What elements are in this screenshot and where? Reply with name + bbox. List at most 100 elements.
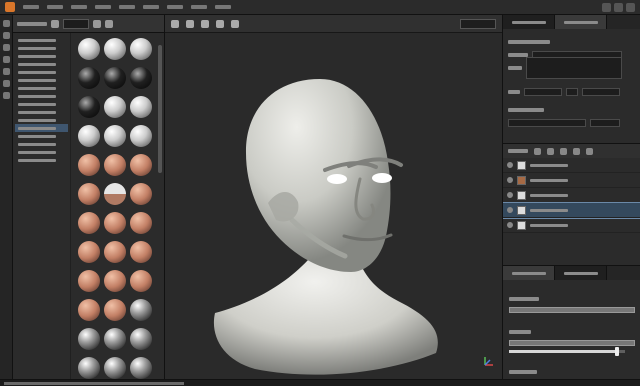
filter-icon[interactable] bbox=[51, 19, 59, 28]
category-item[interactable] bbox=[15, 140, 68, 148]
javascript-menu[interactable] bbox=[191, 5, 207, 9]
material-thumbnail[interactable] bbox=[104, 328, 126, 350]
eye-icon[interactable] bbox=[507, 192, 513, 198]
edit-menu[interactable] bbox=[47, 5, 63, 9]
material-thumbnail[interactable] bbox=[104, 357, 126, 379]
layout-icon[interactable] bbox=[171, 19, 179, 28]
view-mode-dropdown[interactable] bbox=[460, 18, 496, 29]
3d-viewport[interactable] bbox=[165, 15, 502, 379]
size-dropdown[interactable] bbox=[582, 88, 620, 96]
material-thumbnail[interactable] bbox=[104, 154, 126, 176]
head-model[interactable] bbox=[210, 75, 445, 375]
shelf-filter-field[interactable] bbox=[63, 18, 89, 29]
size-dropdown[interactable] bbox=[524, 88, 562, 96]
add-mask-icon[interactable] bbox=[573, 147, 580, 155]
python-menu[interactable] bbox=[167, 5, 183, 9]
polygon-fill-icon[interactable] bbox=[2, 56, 10, 63]
layer-row-selected[interactable] bbox=[503, 202, 640, 219]
material-thumbnail[interactable] bbox=[104, 67, 126, 89]
category-item[interactable] bbox=[15, 60, 68, 68]
category-item[interactable] bbox=[15, 68, 68, 76]
category-item[interactable] bbox=[15, 76, 68, 84]
symmetry-icon[interactable] bbox=[201, 19, 209, 28]
eye-icon[interactable] bbox=[507, 162, 513, 168]
texture-set-list-tab[interactable] bbox=[503, 15, 555, 29]
material-thumbnail[interactable] bbox=[130, 270, 152, 292]
category-item[interactable] bbox=[15, 108, 68, 116]
slider-handle[interactable] bbox=[614, 347, 619, 356]
material-thumbnail[interactable] bbox=[130, 183, 152, 205]
category-item[interactable] bbox=[15, 116, 68, 124]
layer-row[interactable] bbox=[503, 218, 640, 233]
eye-icon[interactable] bbox=[507, 222, 513, 228]
material-thumbnail[interactable] bbox=[104, 212, 126, 234]
material-thumbnail[interactable] bbox=[104, 96, 126, 118]
material-thumbnail[interactable] bbox=[78, 96, 100, 118]
close-icon[interactable] bbox=[626, 2, 635, 12]
add-paint-layer-icon[interactable] bbox=[547, 147, 554, 155]
material-thumbnail[interactable] bbox=[78, 154, 100, 176]
viewport-menu[interactable] bbox=[119, 5, 135, 9]
paint-tool-icon[interactable] bbox=[2, 20, 10, 27]
maximize-icon[interactable] bbox=[614, 2, 623, 12]
category-item[interactable] bbox=[15, 92, 68, 100]
python-console-tab[interactable] bbox=[555, 266, 607, 280]
property-value-bar[interactable] bbox=[509, 307, 635, 313]
category-item[interactable] bbox=[15, 132, 68, 140]
material-thumbnail[interactable] bbox=[104, 183, 126, 205]
property-value-bar[interactable] bbox=[509, 340, 635, 346]
help-menu[interactable] bbox=[215, 5, 231, 9]
file-menu[interactable] bbox=[23, 5, 39, 9]
material-thumbnail[interactable] bbox=[130, 241, 152, 263]
projection-tool-icon[interactable] bbox=[2, 44, 10, 51]
category-item[interactable] bbox=[15, 100, 68, 108]
material-thumbnail[interactable] bbox=[130, 212, 152, 234]
description-field[interactable] bbox=[526, 57, 622, 79]
camera-icon[interactable] bbox=[186, 19, 194, 28]
plugins-menu[interactable] bbox=[143, 5, 159, 9]
channel-dropdown[interactable] bbox=[508, 119, 586, 127]
shelf-menu-icon[interactable] bbox=[105, 19, 113, 28]
category-item-selected[interactable] bbox=[15, 124, 68, 132]
mode-menu[interactable] bbox=[71, 5, 87, 9]
properties-tab[interactable] bbox=[503, 266, 555, 280]
layer-row[interactable] bbox=[503, 188, 640, 203]
material-thumbnail[interactable] bbox=[78, 241, 100, 263]
render-icon[interactable] bbox=[216, 19, 224, 28]
category-item[interactable] bbox=[15, 84, 68, 92]
clone-tool-icon[interactable] bbox=[2, 80, 10, 87]
material-thumbnail[interactable] bbox=[78, 357, 100, 379]
window-menu[interactable] bbox=[95, 5, 111, 9]
material-thumbnail[interactable] bbox=[78, 212, 100, 234]
material-thumbnail[interactable] bbox=[78, 299, 100, 321]
eye-icon[interactable] bbox=[507, 177, 513, 183]
material-thumbnail[interactable] bbox=[104, 299, 126, 321]
material-thumbnail[interactable] bbox=[78, 328, 100, 350]
minimize-icon[interactable] bbox=[602, 2, 611, 12]
material-thumbnail[interactable] bbox=[130, 328, 152, 350]
material-thumbnail[interactable] bbox=[130, 154, 152, 176]
material-thumbnail[interactable] bbox=[130, 357, 152, 379]
add-fill-layer-icon[interactable] bbox=[534, 147, 541, 155]
eraser-tool-icon[interactable] bbox=[2, 32, 10, 39]
category-item[interactable] bbox=[15, 156, 68, 164]
material-thumbnail[interactable] bbox=[130, 299, 152, 321]
category-item[interactable] bbox=[15, 44, 68, 52]
material-thumbnail[interactable] bbox=[78, 125, 100, 147]
texture-set-settings-tab[interactable] bbox=[555, 15, 607, 29]
slider[interactable] bbox=[509, 347, 625, 356]
material-thumbnail[interactable] bbox=[104, 270, 126, 292]
delete-layer-icon[interactable] bbox=[586, 147, 593, 155]
grid-view-icon[interactable] bbox=[93, 19, 101, 28]
category-item[interactable] bbox=[15, 36, 68, 44]
material-thumbnail[interactable] bbox=[130, 96, 152, 118]
material-thumbnail[interactable] bbox=[130, 125, 152, 147]
material-thumbnail[interactable] bbox=[130, 67, 152, 89]
material-thumbnail[interactable] bbox=[78, 183, 100, 205]
material-thumbnail[interactable] bbox=[104, 241, 126, 263]
shelf-scrollbar[interactable] bbox=[158, 45, 162, 173]
layer-row[interactable] bbox=[503, 158, 640, 173]
material-thumbnail[interactable] bbox=[104, 38, 126, 60]
color-picker-icon[interactable] bbox=[2, 92, 10, 99]
material-thumbnail[interactable] bbox=[130, 38, 152, 60]
